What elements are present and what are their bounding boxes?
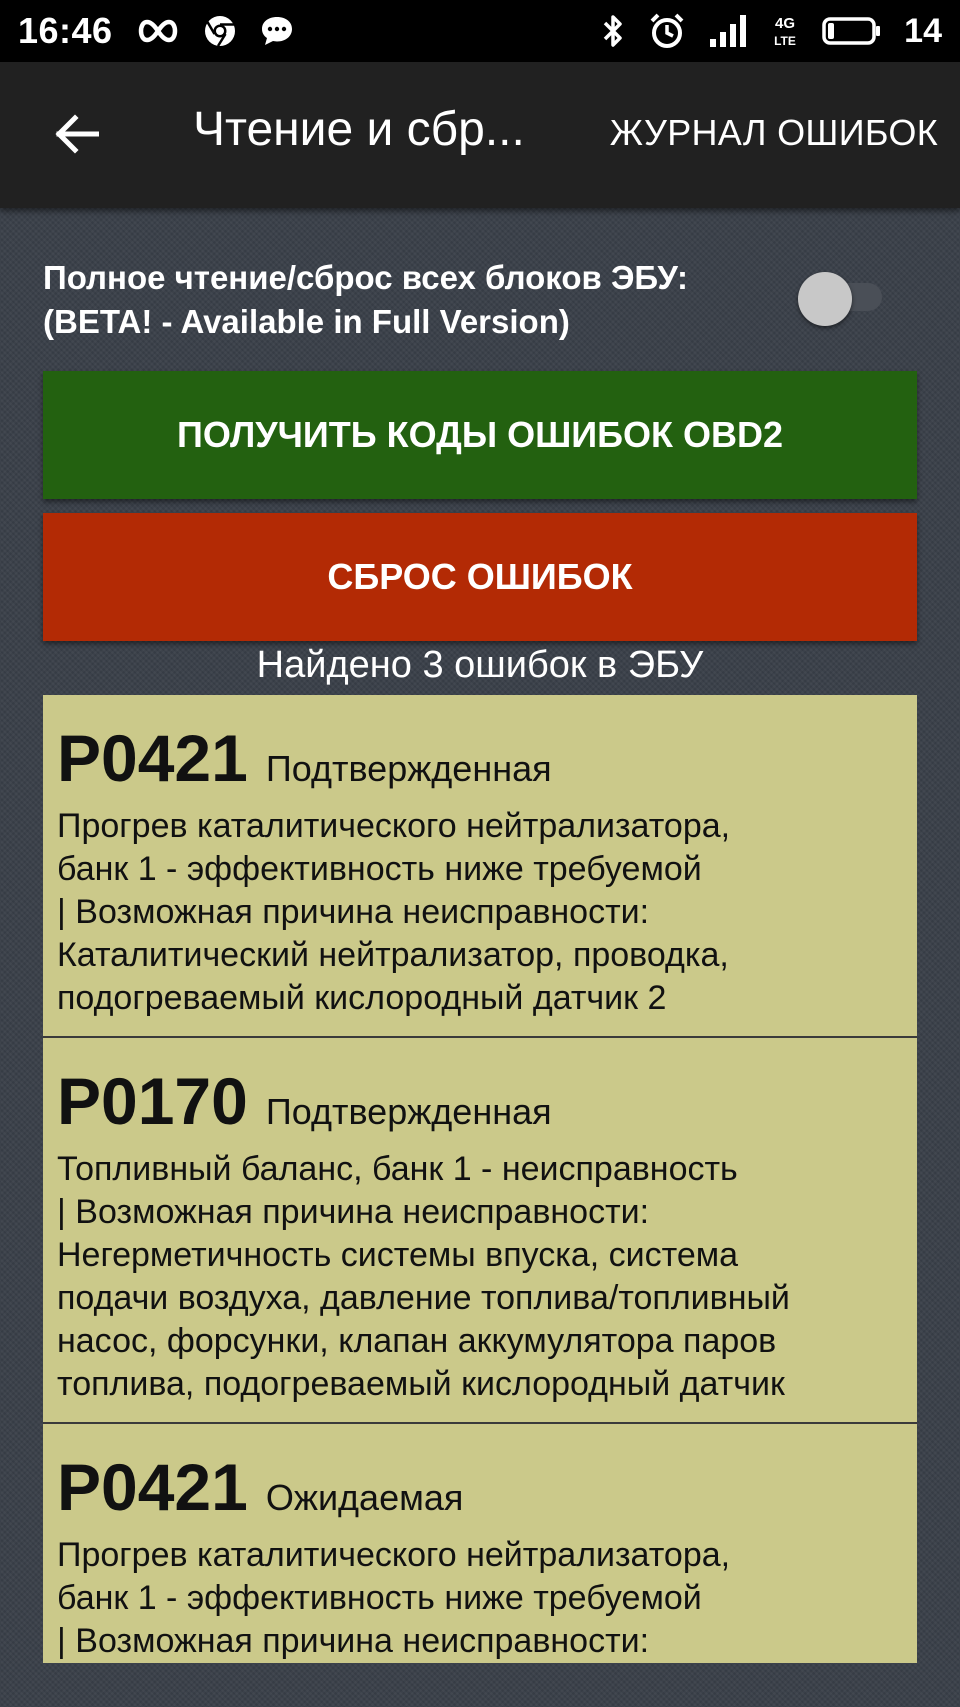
error-status: Подтвержденная <box>265 748 552 789</box>
error-desc-line: Прогрев каталитического нейтрализатора, <box>57 807 731 845</box>
page-title: Чтение и сбр... <box>193 103 525 156</box>
error-desc-line: банк 1 - эффективность ниже требуемой <box>57 850 702 888</box>
error-item[interactable]: P0421 Ожидаемая Прогрев каталитического … <box>43 1424 917 1663</box>
error-description: Прогрев каталитического нейтрализатора, … <box>57 805 903 1020</box>
full-read-toggle[interactable] <box>798 272 888 326</box>
battery-level: 14 <box>904 11 942 50</box>
error-desc-line: топлива, подогреваемый кислородный датчи… <box>57 1365 785 1403</box>
reset-errors-button[interactable]: СБРОС ОШИБОК <box>43 513 917 641</box>
toggle-thumb <box>798 272 852 326</box>
lte-icon: 4G LTE <box>770 13 800 49</box>
error-item[interactable]: P0421 Подтвержденная Прогрев каталитичес… <box>43 695 917 1038</box>
error-status: Подтвержденная <box>265 1091 552 1132</box>
status-bar: 16:46 4G LTE 14 <box>0 0 960 62</box>
error-description: Прогрев каталитического нейтрализатора, … <box>57 1534 903 1663</box>
svg-text:4G: 4G <box>775 15 795 32</box>
full-read-label-line2: (BETA! - Available in Full Version) <box>43 303 570 340</box>
svg-text:LTE: LTE <box>774 34 796 48</box>
bluetooth-icon <box>600 13 626 49</box>
signal-icon <box>708 13 748 49</box>
error-desc-line: Негерметичность системы впуска, система <box>57 1236 739 1274</box>
battery-icon <box>822 16 882 46</box>
back-arrow-icon <box>55 114 99 154</box>
error-desc-line: насос, форсунки, клапан аккумулятора пар… <box>57 1322 777 1360</box>
get-codes-button[interactable]: ПОЛУЧИТЬ КОДЫ ОШИБОК OBD2 <box>43 371 917 499</box>
full-read-label: Полное чтение/сброс всех блоков ЭБУ: (BE… <box>43 256 763 344</box>
status-left: 16:46 <box>18 10 295 52</box>
message-icon <box>259 14 295 48</box>
status-right: 4G LTE 14 <box>600 12 942 51</box>
error-desc-line: Прогрев каталитического нейтрализатора, <box>57 1536 731 1574</box>
error-code: P0170 <box>57 1064 248 1138</box>
error-desc-line: подачи воздуха, давление топлива/топливн… <box>57 1279 790 1317</box>
error-desc-line: подогреваемый кислородный датчик 2 <box>57 979 667 1017</box>
found-errors-text: Найдено 3 ошибок в ЭБУ <box>256 644 704 686</box>
error-desc-line: банк 1 - эффективность ниже требуемой <box>57 1579 702 1617</box>
status-time: 16:46 <box>18 10 113 51</box>
app-bar: Чтение и сбр... ЖУРНАЛ ОШИБОК <box>0 62 960 208</box>
error-list: P0421 Подтвержденная Прогрев каталитичес… <box>43 695 917 1663</box>
error-desc-line: | Возможная причина неисправности: <box>57 1622 650 1660</box>
error-desc-line: | Возможная причина неисправности: <box>57 1193 650 1231</box>
error-journal-button[interactable]: ЖУРНАЛ ОШИБОК <box>610 112 938 154</box>
error-status: Ожидаемая <box>265 1477 464 1518</box>
error-item[interactable]: P0170 Подтвержденная Топливный баланс, б… <box>43 1038 917 1424</box>
back-button[interactable] <box>48 106 104 162</box>
error-desc-line: Каталитический нейтрализатор, проводка, <box>57 936 729 974</box>
full-read-label-line1: Полное чтение/сброс всех блоков ЭБУ: <box>43 259 689 296</box>
infinity-icon <box>135 18 181 44</box>
chrome-icon <box>203 14 237 48</box>
error-code: P0421 <box>57 721 248 795</box>
error-desc-line: | Возможная причина неисправности: <box>57 893 650 931</box>
error-code: P0421 <box>57 1450 248 1524</box>
error-desc-line: Топливный баланс, банк 1 - неисправность <box>57 1150 738 1188</box>
alarm-icon <box>648 12 686 50</box>
error-description: Топливный баланс, банк 1 - неисправность… <box>57 1148 903 1406</box>
